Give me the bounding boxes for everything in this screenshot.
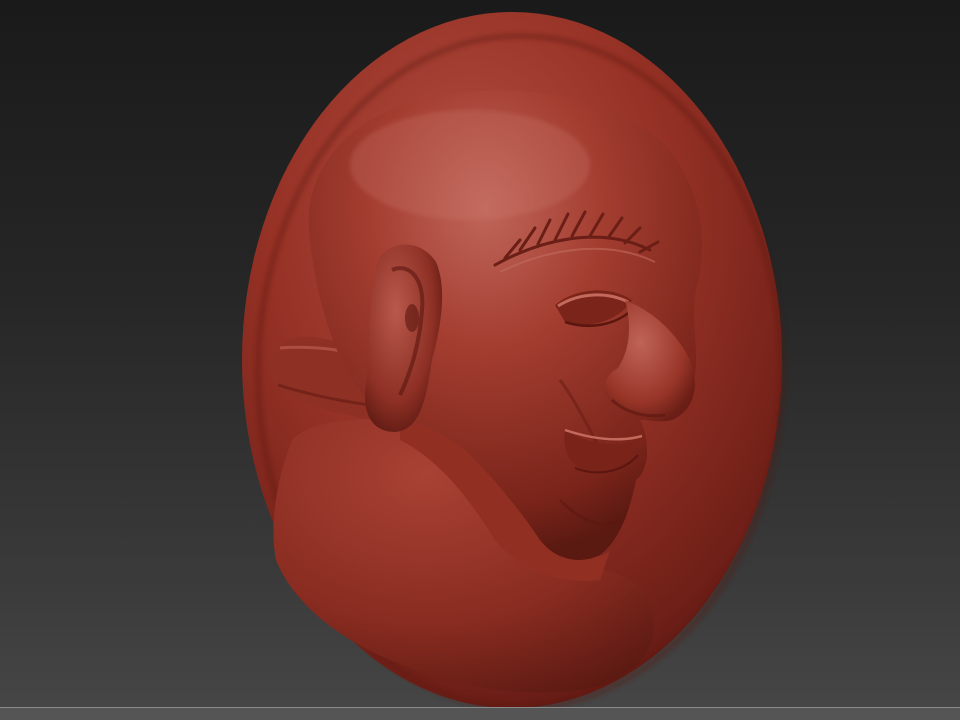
- viewport-bottom-bar: [0, 707, 960, 720]
- sculpt-viewport[interactable]: [0, 0, 960, 720]
- relief-medallion-icon: [242, 12, 785, 711]
